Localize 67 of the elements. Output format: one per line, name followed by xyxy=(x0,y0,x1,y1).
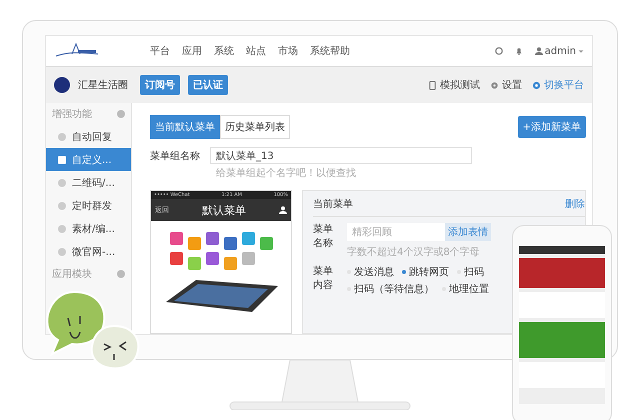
link-label: 模拟测试 xyxy=(440,78,480,92)
nav-menu-item[interactable]: 应用 xyxy=(182,44,202,58)
item-label: 自动回复 xyxy=(72,130,112,144)
toolbar-link[interactable]: 设置 xyxy=(490,78,522,92)
toolbar-link[interactable]: 模拟测试 xyxy=(428,78,480,92)
sidebar-item[interactable]: 自定义... xyxy=(46,148,131,171)
tab[interactable]: 当前默认菜单 xyxy=(150,115,220,139)
circle-icon xyxy=(58,224,66,232)
sidebar-heading: 增强功能 xyxy=(52,108,92,121)
account-badge: 订阅号 xyxy=(140,75,180,95)
option-label: 扫码 xyxy=(464,266,484,279)
collapse-icon xyxy=(117,110,125,118)
item-label: 定时群发 xyxy=(72,200,112,212)
radio-option[interactable]: 跳转网页 xyxy=(402,265,449,279)
avatar xyxy=(54,77,70,93)
field-hint: 给菜单组起个名字吧！以便查找 xyxy=(216,166,357,180)
nav-menu-item[interactable]: 系统 xyxy=(214,44,234,58)
sidebar-heading: 应用模块 xyxy=(52,268,92,281)
caret-icon xyxy=(578,48,584,54)
bell-icon xyxy=(514,47,523,55)
nav-menu-item[interactable]: 平台 xyxy=(150,44,170,58)
item-label: 自定义... xyxy=(72,154,112,166)
sidebar-item[interactable]: 定时群发 xyxy=(46,194,131,217)
add-menu-button[interactable]: +添加新菜单 xyxy=(518,116,586,138)
input-field[interactable]: 默认菜单_13 xyxy=(210,147,472,164)
item-label: 素材/编... xyxy=(72,222,115,236)
field-hint: 字数不超过4个汉字或8个字母 xyxy=(347,246,481,259)
radio-option[interactable]: 扫码 xyxy=(457,265,484,279)
field-label: 菜单组名称 xyxy=(150,150,200,162)
user-menu[interactable]: admin xyxy=(534,46,584,56)
item-label: 微官网-... xyxy=(72,246,116,258)
field-label: 菜单内容 xyxy=(313,265,334,293)
sidebar-item[interactable]: 素材/编... xyxy=(46,217,131,240)
nav-menu-item[interactable]: 站点 xyxy=(246,44,266,58)
circle-icon xyxy=(58,132,66,140)
sidebar-item[interactable]: 自动回复 xyxy=(46,125,131,148)
link-label: 切换平台 xyxy=(544,78,584,92)
phone-icon xyxy=(428,80,437,90)
nav-menu-item[interactable]: 系统帮助 xyxy=(310,44,350,58)
circle-icon xyxy=(58,178,66,186)
account-badge: 已认证 xyxy=(188,75,228,95)
user-icon xyxy=(534,47,543,55)
settings-icon xyxy=(490,80,499,90)
radio-option[interactable]: 地理位置 xyxy=(442,282,489,296)
input-field[interactable]: 精彩回顾 xyxy=(347,223,445,241)
option-label: 地理位置 xyxy=(449,282,489,296)
sidebar-item[interactable]: 微官网-... xyxy=(46,240,131,263)
preview-title: 默认菜单 xyxy=(202,202,246,218)
tab[interactable]: 历史菜单列表 xyxy=(220,115,290,139)
circle-icon xyxy=(58,202,66,210)
circle-icon xyxy=(494,47,503,55)
sidebar-item[interactable]: 二维码/... xyxy=(46,171,131,194)
field-label: 菜单名称 xyxy=(313,223,334,251)
user-name: admin xyxy=(544,46,576,56)
item-label: 二维码/... xyxy=(72,176,115,190)
radio-option[interactable]: 发送消息 xyxy=(347,265,394,279)
option-label: 发送消息 xyxy=(354,266,394,279)
document-icon xyxy=(58,156,66,164)
panel-title: 当前菜单 xyxy=(313,198,353,211)
link-label: 设置 xyxy=(502,78,522,92)
nav-menu-item[interactable]: 市场 xyxy=(278,44,298,58)
account-name: 汇星生活圈 xyxy=(78,78,128,92)
user-icon xyxy=(279,206,287,214)
dot-icon xyxy=(532,80,541,90)
collapse-icon xyxy=(117,270,125,278)
option-label: 跳转网页 xyxy=(409,266,449,279)
circle-icon xyxy=(58,248,66,256)
